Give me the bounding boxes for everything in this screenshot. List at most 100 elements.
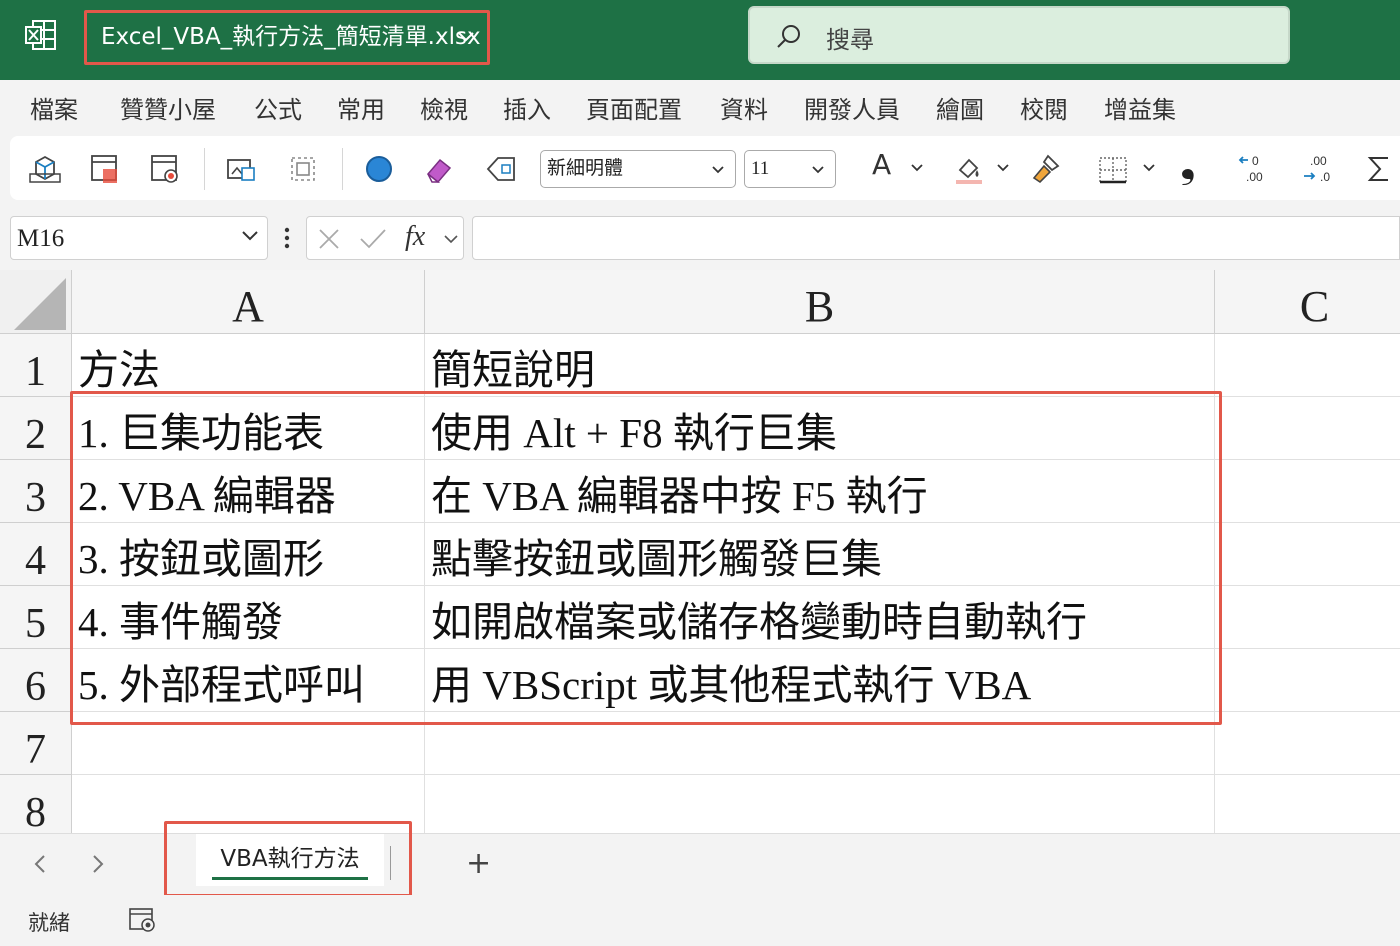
increase-decimal-icon[interactable]: 0 .00: [1236, 152, 1276, 186]
eraser-icon[interactable]: [422, 152, 456, 186]
formula-input[interactable]: [472, 216, 1400, 260]
cell-c[interactable]: [1215, 586, 1400, 649]
chevron-down-icon: [458, 32, 474, 42]
circle-shape-icon[interactable]: [362, 152, 396, 186]
menu-home[interactable]: 常用: [337, 90, 385, 125]
file-title-dropdown[interactable]: Excel_VBA_執行方法_簡短清單.xlsx: [84, 10, 490, 65]
menu-bar: 檔案 贊贊小屋 公式 常用 檢視 插入 頁面配置 資料 開發人員 繪圖 校閱 增…: [0, 80, 1400, 132]
menu-data[interactable]: 資料: [720, 90, 768, 125]
cell-c[interactable]: [1215, 523, 1400, 586]
menu-draw[interactable]: 繪圖: [936, 90, 984, 125]
menu-insert[interactable]: 插入: [503, 90, 551, 125]
chevron-down-icon[interactable]: [1142, 162, 1156, 174]
status-text: 就緒: [28, 911, 70, 935]
add-sheet-button[interactable]: +: [466, 846, 491, 881]
insert-function-button[interactable]: fx: [405, 221, 425, 253]
cell-a[interactable]: 5. 外部程式呼叫: [72, 649, 425, 712]
svg-text:0: 0: [1252, 154, 1259, 168]
chevron-left-icon[interactable]: [32, 854, 48, 874]
enter-check-icon[interactable]: [359, 227, 387, 251]
fill-color-icon[interactable]: [952, 152, 986, 186]
record-macro-icon[interactable]: [88, 152, 122, 186]
label-tag-icon[interactable]: [484, 152, 518, 186]
cell-b[interactable]: [425, 775, 1215, 833]
ribbon-divider: [342, 148, 343, 190]
cell-c[interactable]: [1215, 775, 1400, 833]
search-input[interactable]: 搜尋: [748, 6, 1290, 64]
column-header-a[interactable]: A: [72, 270, 425, 334]
tab-divider: [390, 846, 391, 880]
row-header[interactable]: 6: [0, 649, 72, 712]
cell-a[interactable]: [72, 712, 425, 775]
cell-b[interactable]: 點擊按鈕或圖形觸發巨集: [425, 523, 1215, 586]
excel-icon[interactable]: [24, 18, 58, 52]
chevron-down-icon[interactable]: [443, 233, 459, 245]
sheet-tab-active[interactable]: VBA執行方法: [196, 834, 384, 886]
row-header[interactable]: 1: [0, 334, 72, 397]
row-header[interactable]: 2: [0, 397, 72, 460]
chevron-down-icon[interactable]: [996, 162, 1010, 174]
cell-a[interactable]: 1. 巨集功能表: [72, 397, 425, 460]
cell-a[interactable]: 方法: [72, 334, 425, 397]
active-tab-underline: [212, 877, 368, 880]
sheet-tab-bar: VBA執行方法 +: [0, 821, 1400, 897]
cell-c[interactable]: [1215, 334, 1400, 397]
select-objects-icon[interactable]: [286, 152, 320, 186]
cell-c[interactable]: [1215, 712, 1400, 775]
cell-a[interactable]: 4. 事件觸發: [72, 586, 425, 649]
chevron-down-icon: [712, 166, 724, 174]
cancel-icon[interactable]: [317, 227, 341, 251]
decrease-decimal-icon[interactable]: .00 .0: [1300, 152, 1340, 186]
autosum-icon[interactable]: [1362, 152, 1396, 186]
cell-c[interactable]: [1215, 649, 1400, 712]
font-color-button[interactable]: A: [872, 148, 891, 181]
font-name-select[interactable]: 新細明體: [540, 150, 736, 188]
menu-view[interactable]: 檢視: [420, 90, 468, 125]
macro-recording-icon[interactable]: [128, 907, 158, 933]
cell-a[interactable]: 2. VBA 編輯器: [72, 460, 425, 523]
cell-a[interactable]: 3. 按鈕或圖形: [72, 523, 425, 586]
cell-b[interactable]: 用 VBScript 或其他程式執行 VBA: [425, 649, 1215, 712]
row-header[interactable]: 7: [0, 712, 72, 775]
select-all-corner[interactable]: [0, 270, 72, 334]
file-name: Excel_VBA_執行方法_簡短清單.xlsx: [101, 24, 481, 50]
cell-b[interactable]: 簡短說明: [425, 334, 1215, 397]
menu-file[interactable]: 檔案: [30, 90, 78, 125]
screenshot-icon[interactable]: [224, 152, 258, 186]
row-header[interactable]: 3: [0, 460, 72, 523]
menu-page-layout[interactable]: 頁面配置: [586, 90, 682, 125]
cell-b[interactable]: 在 VBA 編輯器中按 F5 執行: [425, 460, 1215, 523]
sheet-tab-label: VBA執行方法: [220, 846, 360, 872]
row-header[interactable]: 4: [0, 523, 72, 586]
menu-formulas[interactable]: 公式: [254, 90, 302, 125]
menu-custom[interactable]: 贊贊小屋: [120, 90, 216, 125]
chevron-down-icon[interactable]: [910, 162, 924, 174]
row-header[interactable]: 5: [0, 586, 72, 649]
name-box[interactable]: M16: [10, 216, 268, 260]
chevron-down-icon: [812, 166, 824, 174]
menu-review[interactable]: 校閱: [1020, 90, 1068, 125]
cell-c[interactable]: [1215, 397, 1400, 460]
font-size-select[interactable]: 11: [744, 150, 836, 188]
menu-developer[interactable]: 開發人員: [804, 90, 900, 125]
svg-text:.0: .0: [1320, 170, 1330, 184]
formula-controls: fx: [306, 216, 464, 260]
row-header[interactable]: 8: [0, 775, 72, 833]
column-header-c[interactable]: C: [1215, 270, 1400, 334]
cell-b[interactable]: 使用 Alt + F8 執行巨集: [425, 397, 1215, 460]
comma-style-button[interactable]: ❟: [1180, 140, 1196, 187]
3d-cube-icon[interactable]: [28, 152, 62, 186]
menu-addins[interactable]: 增益集: [1104, 90, 1176, 125]
cell-b[interactable]: [425, 712, 1215, 775]
format-painter-icon[interactable]: [1030, 152, 1064, 186]
svg-text:.00: .00: [1246, 170, 1263, 184]
chevron-right-icon[interactable]: [90, 854, 106, 874]
spreadsheet-grid: A B C 1 方法 簡短說明 2 1. 巨集功能表 使用 Alt + F8 執行巨集 3 2…: [0, 270, 1400, 833]
stop-recording-icon[interactable]: [148, 152, 182, 186]
cell-b[interactable]: 如開啟檔案或儲存格變動時自動執行: [425, 586, 1215, 649]
column-header-b[interactable]: B: [425, 270, 1215, 334]
borders-icon[interactable]: [1096, 152, 1130, 186]
more-options-icon[interactable]: [282, 226, 292, 252]
cell-c[interactable]: [1215, 460, 1400, 523]
search-placeholder: 搜尋: [826, 26, 874, 54]
